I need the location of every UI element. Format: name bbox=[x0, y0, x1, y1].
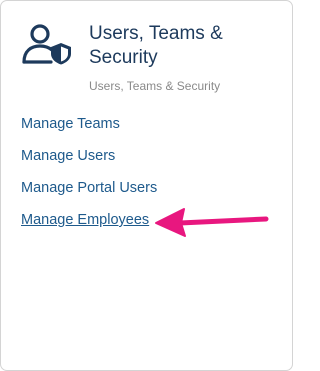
page-subtitle: Users, Teams & Security bbox=[89, 79, 221, 93]
list-item: Manage Employees bbox=[21, 210, 157, 242]
page-title: Users, Teams & Security bbox=[89, 23, 223, 68]
list-item: Manage Users bbox=[21, 146, 157, 178]
manage-teams-link[interactable]: Manage Teams bbox=[21, 114, 120, 134]
list-item: Manage Portal Users bbox=[21, 178, 157, 210]
user-shield-icon bbox=[22, 24, 71, 65]
list-item: Manage Teams bbox=[21, 114, 157, 146]
settings-card: Users, Teams & Security Users, Teams & S… bbox=[0, 0, 293, 371]
arrow-left-icon bbox=[155, 208, 269, 237]
manage-portal-users-link[interactable]: Manage Portal Users bbox=[21, 178, 157, 198]
link-list: Manage Teams Manage Users Manage Portal … bbox=[21, 114, 157, 242]
manage-users-link[interactable]: Manage Users bbox=[21, 146, 115, 166]
manage-employees-link[interactable]: Manage Employees bbox=[21, 210, 149, 230]
